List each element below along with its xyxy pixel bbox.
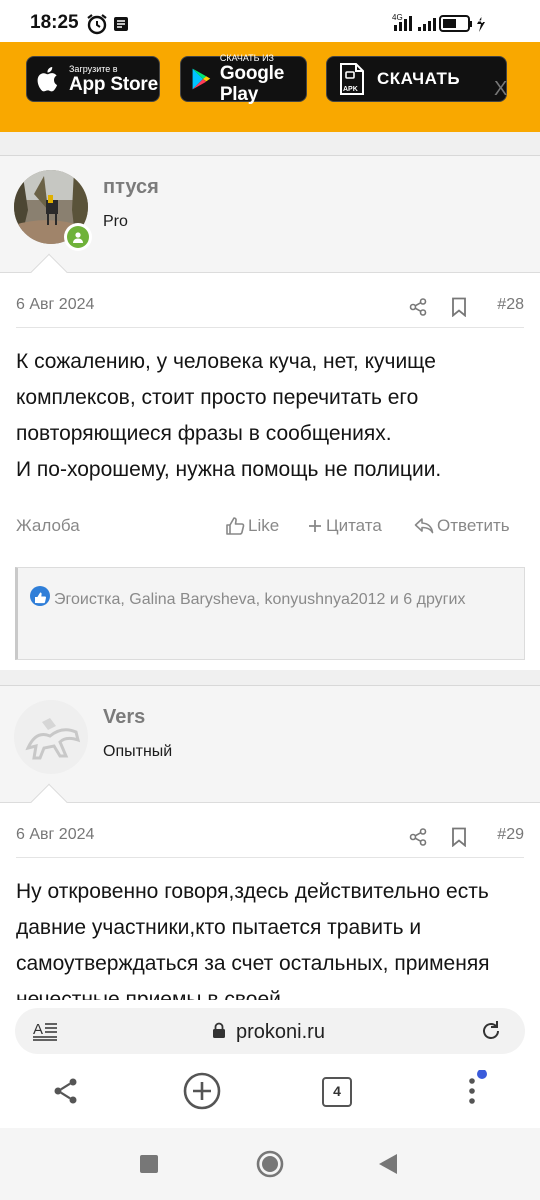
bookmark-icon[interactable] bbox=[451, 297, 467, 317]
signal-icon: 4G bbox=[392, 13, 485, 32]
avatar[interactable] bbox=[14, 700, 88, 774]
post-paragraph: И по-хорошему, нужна помощь не полиции. bbox=[16, 458, 442, 481]
apk-file-icon: APK bbox=[340, 63, 364, 95]
quote-label: Цитата bbox=[326, 516, 382, 535]
plus-icon bbox=[309, 520, 321, 532]
user-title: Pro bbox=[103, 213, 128, 230]
app-promo-banner: Загрузите в App Store СКАЧАТЬ ИЗ Google … bbox=[0, 42, 540, 132]
online-status-badge bbox=[64, 223, 92, 251]
url-text[interactable]: prokoni.ru bbox=[236, 1021, 325, 1044]
tab-count: 4 bbox=[333, 1083, 341, 1099]
post-date[interactable]: 6 Авг 2024 bbox=[16, 826, 94, 844]
svg-text:A: A bbox=[33, 1021, 43, 1038]
post-29: Vers Опытный 6 Авг 2024 #29 Ну откровенн… bbox=[0, 685, 540, 1005]
alarm-icon bbox=[87, 14, 107, 35]
status-right-icons: 4G bbox=[392, 13, 512, 38]
google-play-label: Google Play bbox=[219, 63, 285, 105]
reactions-text: Эгоистка, Galina Barysheva, konyushnya20… bbox=[54, 591, 466, 608]
reload-icon[interactable] bbox=[480, 1020, 502, 1042]
reactions-summary[interactable]: Эгоистка, Galina Barysheva, konyushnya20… bbox=[15, 567, 525, 660]
share-button[interactable] bbox=[52, 1077, 80, 1105]
reader-mode-icon[interactable]: A bbox=[33, 1020, 59, 1042]
avatar-default-horse bbox=[14, 700, 88, 774]
user-title: Опытный bbox=[103, 743, 173, 760]
post-meta: 6 Авг 2024 #29 bbox=[16, 826, 524, 858]
report-button[interactable]: Жалоба bbox=[16, 516, 80, 536]
quote-button[interactable]: Цитата bbox=[307, 516, 382, 536]
status-time: 18:25 bbox=[30, 12, 79, 33]
post-user-block: Vers Опытный bbox=[0, 686, 540, 821]
app-store-small-label: Загрузите в bbox=[69, 63, 118, 74]
browser-bottom-bar: A prokoni.ru 4 bbox=[0, 1000, 540, 1128]
app-store-button[interactable]: Загрузите в App Store bbox=[26, 56, 160, 102]
post-28: птуся Pro 6 Авг 2024 #28 К сожалению, у … bbox=[0, 155, 540, 670]
username[interactable]: Vers bbox=[103, 706, 145, 729]
post-meta: 6 Авг 2024 #28 bbox=[16, 296, 524, 328]
recent-apps-button[interactable] bbox=[140, 1155, 158, 1173]
post-actions: Жалоба Like Цитата Ответить bbox=[16, 516, 524, 540]
post-date[interactable]: 6 Авг 2024 bbox=[16, 296, 94, 314]
reply-label: Ответить bbox=[437, 516, 510, 535]
post-body: Ну откровенно говоря,здесь действительно… bbox=[16, 874, 526, 1002]
close-banner-button[interactable]: X bbox=[494, 78, 507, 101]
app-store-label: App Store bbox=[69, 73, 158, 95]
svg-text:4G: 4G bbox=[392, 13, 403, 22]
share-icon[interactable] bbox=[409, 828, 427, 846]
like-label: Like bbox=[248, 516, 280, 535]
post-number[interactable]: #28 bbox=[497, 296, 524, 314]
notification-icon bbox=[114, 17, 128, 31]
post-number[interactable]: #29 bbox=[497, 826, 524, 844]
like-button[interactable]: Like bbox=[225, 516, 279, 536]
post-paragraph: К сожалению, у человека куча, нет, кучищ… bbox=[16, 350, 436, 445]
report-label: Жалоба bbox=[16, 516, 80, 535]
post-user-block: птуся Pro bbox=[0, 156, 540, 291]
post-body: К сожалению, у человека куча, нет, кучищ… bbox=[16, 344, 526, 488]
menu-button[interactable] bbox=[464, 1070, 492, 1110]
reply-button[interactable]: Ответить bbox=[414, 516, 510, 536]
google-play-button[interactable]: СКАЧАТЬ ИЗ Google Play bbox=[180, 53, 307, 105]
lock-icon bbox=[213, 1022, 225, 1038]
address-bar[interactable]: A prokoni.ru bbox=[15, 1008, 525, 1054]
home-button[interactable] bbox=[256, 1150, 284, 1178]
back-button[interactable] bbox=[378, 1153, 398, 1175]
google-play-small-label: СКАЧАТЬ ИЗ bbox=[219, 53, 274, 63]
username[interactable]: птуся bbox=[103, 176, 159, 199]
bookmark-icon[interactable] bbox=[451, 827, 467, 847]
svg-text:APK: APK bbox=[343, 86, 358, 93]
status-bar: 18:25 4G 44 bbox=[0, 0, 540, 42]
apk-download-button[interactable]: APK СКАЧАТЬ bbox=[326, 56, 507, 102]
tab-switcher-button[interactable]: 4 bbox=[322, 1077, 352, 1107]
apk-download-label: СКАЧАТЬ bbox=[377, 69, 461, 88]
new-tab-button[interactable] bbox=[183, 1072, 221, 1110]
system-navigation-bar bbox=[0, 1128, 540, 1200]
post-paragraph: Ну откровенно говоря,здесь действительно… bbox=[16, 880, 490, 1002]
post-pointer-arrow bbox=[30, 253, 68, 291]
reply-icon bbox=[414, 518, 434, 534]
user-icon bbox=[73, 232, 83, 243]
apple-icon bbox=[37, 67, 58, 92]
google-play-icon bbox=[192, 68, 211, 90]
thumbs-up-icon bbox=[226, 517, 245, 535]
battery-level: 44 bbox=[477, 14, 490, 26]
share-icon[interactable] bbox=[409, 298, 427, 316]
like-reaction-icon bbox=[30, 586, 50, 606]
post-pointer-arrow bbox=[30, 783, 68, 821]
